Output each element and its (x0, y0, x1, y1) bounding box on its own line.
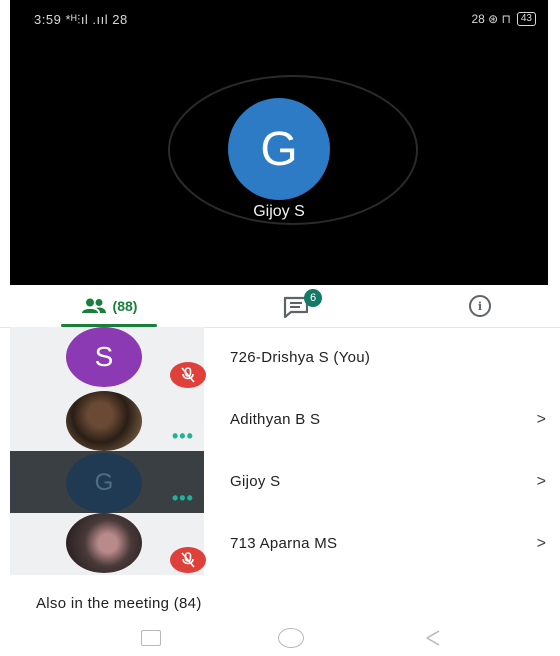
back-triangle-icon (426, 630, 440, 646)
tab-people[interactable]: (88) (55, 285, 163, 327)
more-options-icon: ••• (172, 488, 194, 508)
participant-row[interactable]: ••• Adithyan B S > (0, 389, 560, 451)
participant-name: Gijoy S (230, 473, 281, 490)
participant-tile: S (10, 327, 206, 389)
chevron-right-icon[interactable]: > (537, 473, 546, 491)
avatar: S (66, 327, 142, 387)
signal-icons: *ᴴ⫶ıl .ııl 28 (65, 12, 128, 27)
recents-button[interactable] (138, 628, 164, 648)
chevron-right-icon[interactable]: > (537, 535, 546, 553)
more-options-icon: ••• (172, 426, 194, 446)
muted-mic-icon (170, 362, 206, 388)
back-button[interactable] (420, 628, 446, 648)
battery-icon: 43 (516, 12, 536, 26)
people-count: (88) (112, 298, 138, 314)
participant-row[interactable]: G ••• Gijoy S > (0, 451, 560, 513)
avatar (66, 391, 142, 451)
home-button[interactable] (278, 628, 304, 648)
participant-tile (10, 513, 206, 575)
participant-name: 713 Aparna MS (230, 535, 338, 552)
chevron-right-icon[interactable]: > (537, 411, 546, 429)
avatar: G (66, 453, 142, 513)
system-nav-bar (0, 622, 560, 656)
circle-icon (278, 628, 304, 648)
participant-name: Adithyan B S (230, 411, 321, 428)
avatar (66, 513, 142, 573)
info-icon: i (469, 295, 491, 317)
active-speaker-view: 3:59 *ᴴ⫶ıl .ııl 28 28 ⊛ ⊓ 43 G Gijoy S (10, 0, 548, 285)
people-icon (81, 298, 106, 313)
chat-unread-badge: 6 (304, 289, 322, 307)
tab-bar: (88) 6 i (0, 285, 560, 328)
network-icons: 28 ⊛ ⊓ (471, 12, 511, 26)
also-in-meeting-heading: Also in the meeting (84) (36, 595, 202, 612)
speaker-avatar: G (228, 98, 330, 200)
participant-row[interactable]: S 726-Drishya S (You) (0, 327, 560, 389)
status-time: 3:59 (34, 12, 62, 27)
participant-row[interactable]: 713 Aparna MS > (0, 513, 560, 575)
muted-mic-icon (170, 547, 206, 573)
participant-tile: G ••• (10, 451, 204, 513)
speaker-name: Gijoy S (253, 203, 305, 220)
participant-name: 726-Drishya S (You) (230, 349, 371, 366)
status-bar-left: 3:59 *ᴴ⫶ıl .ııl 28 (34, 12, 128, 28)
square-icon (141, 630, 161, 646)
tab-info[interactable]: i (450, 285, 510, 327)
participant-tile: ••• (10, 389, 204, 451)
status-bar-right: 28 ⊛ ⊓ 43 (471, 12, 536, 26)
tab-chat[interactable]: 6 (264, 285, 330, 327)
